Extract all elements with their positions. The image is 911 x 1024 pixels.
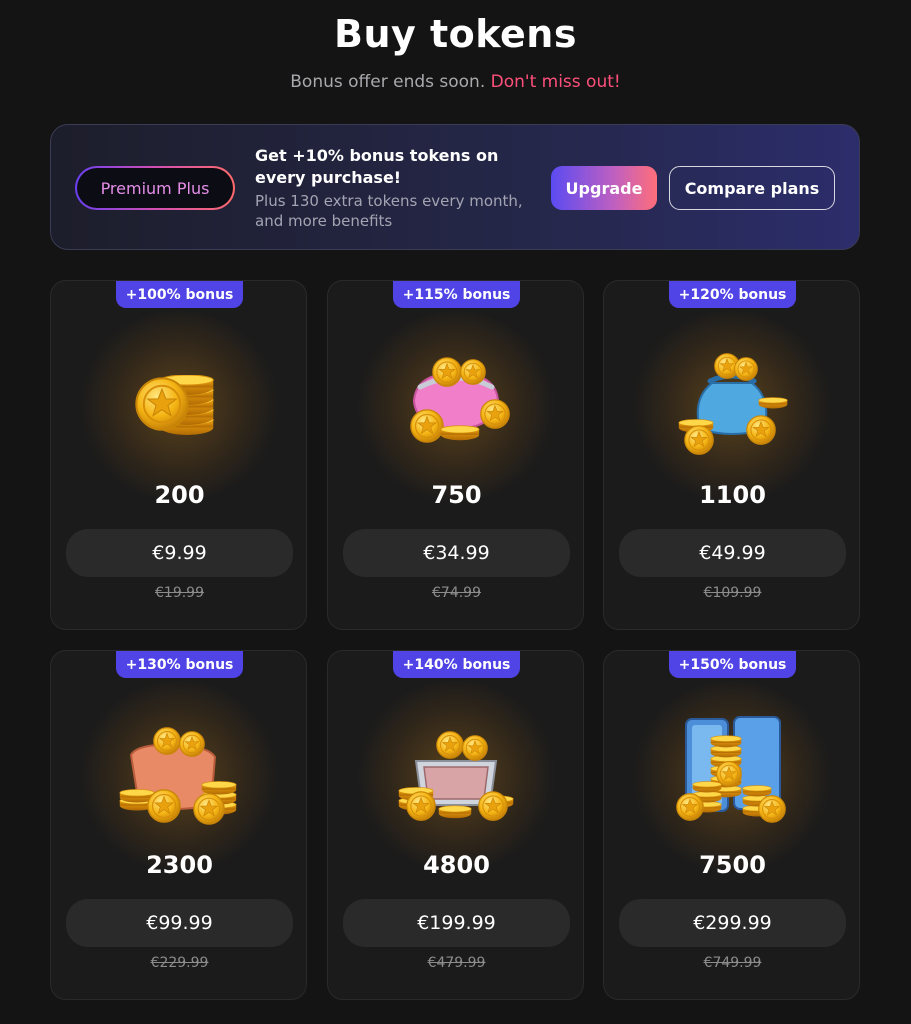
price-button[interactable]: €99.99 — [66, 899, 293, 947]
original-price: €19.99 — [155, 585, 204, 601]
coin-bag-icon — [678, 353, 788, 455]
price-button[interactable]: €34.99 — [343, 529, 570, 577]
token-package-card[interactable]: +130% bonus 2300 €99.99 €229.99 — [50, 650, 307, 1000]
token-amount: 200 — [154, 481, 205, 509]
original-price: €109.99 — [703, 585, 762, 601]
banner-headline: Get +10% bonus tokens on every purchase! — [255, 146, 499, 187]
coin-box-icon — [398, 731, 514, 821]
premium-plus-label: Premium Plus — [77, 168, 233, 208]
original-price: €749.99 — [703, 955, 762, 971]
bonus-badge: +100% bonus — [116, 281, 243, 308]
subtitle-text: Bonus offer ends soon. — [290, 72, 486, 92]
original-price: €479.99 — [427, 955, 486, 971]
bonus-badge: +140% bonus — [393, 651, 520, 678]
token-package-card[interactable]: +115% bonus 750 €34.99 €74.99 — [327, 280, 584, 630]
original-price: €229.99 — [150, 955, 209, 971]
page-subtitle: Bonus offer ends soon. Don't miss out! — [0, 72, 911, 92]
bonus-badge: +150% bonus — [669, 651, 796, 678]
page-title: Buy tokens — [334, 12, 577, 56]
original-price: €74.99 — [432, 585, 481, 601]
coin-purse-icon — [410, 357, 510, 443]
bonus-badge: +115% bonus — [393, 281, 520, 308]
premium-plus-badge: Premium Plus — [75, 166, 235, 210]
token-package-card[interactable]: +140% bonus 4800 €199.99 €479.99 — [327, 650, 584, 1000]
banner-description: Plus 130 extra tokens every month, and m… — [255, 192, 523, 230]
compare-plans-button[interactable]: Compare plans — [669, 166, 835, 210]
upgrade-button[interactable]: Upgrade — [551, 166, 657, 210]
bonus-badge: +120% bonus — [669, 281, 796, 308]
token-package-card[interactable]: +120% bonus 1100 €49.99 €109.99 — [603, 280, 860, 630]
price-button[interactable]: €199.99 — [343, 899, 570, 947]
buy-tokens-page: Buy tokens Bonus offer ends soon. Don't … — [0, 0, 911, 1024]
token-amount: 2300 — [146, 851, 213, 879]
token-amount: 1100 — [699, 481, 766, 509]
subtitle-highlight: Don't miss out! — [490, 72, 621, 92]
token-package-card[interactable]: +150% bonus 7500 €299.99 €749.99 — [603, 650, 860, 1000]
price-button[interactable]: €49.99 — [619, 529, 846, 577]
bonus-badge: +130% bonus — [116, 651, 243, 678]
coin-vault-icon — [676, 716, 786, 823]
token-amount: 7500 — [699, 851, 766, 879]
coin-sack-icon — [119, 727, 237, 825]
token-amount: 4800 — [423, 851, 490, 879]
token-amount: 750 — [431, 481, 482, 509]
coin-stack-icon — [135, 375, 214, 435]
token-package-card[interactable]: +100% bonus 200 €9.99 €19.99 — [50, 280, 307, 630]
premium-plus-banner: Premium Plus Get +10% bonus tokens on ev… — [50, 124, 860, 250]
price-button[interactable]: €299.99 — [619, 899, 846, 947]
price-button[interactable]: €9.99 — [66, 529, 293, 577]
